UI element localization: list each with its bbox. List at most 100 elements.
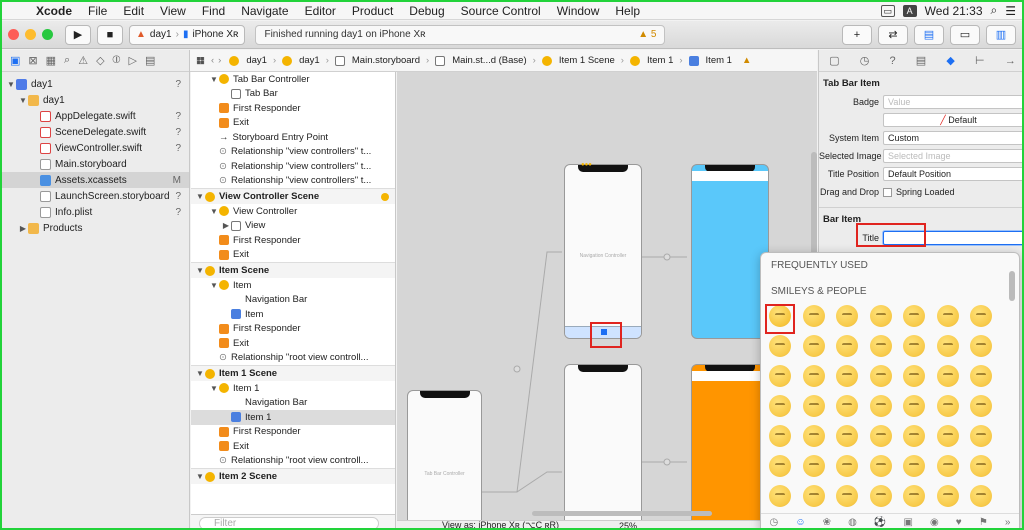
emoji-face-icon[interactable] <box>970 365 992 387</box>
scene-header[interactable]: ▼ Item 1 Scene <box>191 365 395 381</box>
toggle-inspector-button[interactable]: ▥ <box>986 24 1016 45</box>
emoji-face-icon[interactable] <box>903 455 925 477</box>
outline-row[interactable]: ▼ Item 1 <box>191 381 395 396</box>
forward-arrow-icon[interactable]: › <box>218 55 221 66</box>
search-icon[interactable]: ⌕ <box>991 3 998 18</box>
emoji-face-icon[interactable] <box>869 335 892 357</box>
help-icon[interactable]: ? <box>889 55 895 67</box>
emoji-face-icon[interactable] <box>802 395 825 417</box>
emoji-face-icon[interactable] <box>869 365 892 387</box>
scene-header[interactable]: ▼ Item Scene <box>191 262 395 278</box>
jump-warning-icon[interactable]: ▲ <box>742 55 751 66</box>
navigator-item[interactable]: SceneDelegate.swift? <box>2 124 189 140</box>
report-icon[interactable]: ▤ <box>145 54 155 67</box>
navigator-item[interactable]: Main.storyboard <box>2 156 189 172</box>
outline-row[interactable]: ⊙ Relationship "view controllers" t... <box>191 145 395 160</box>
emoji-face-icon[interactable] <box>970 425 992 447</box>
emoji-face-icon[interactable] <box>869 455 892 477</box>
file-inspector-icon[interactable]: ▢ <box>829 54 839 67</box>
emoji-face-icon[interactable] <box>936 485 959 507</box>
back-arrow-icon[interactable]: ‹ <box>211 55 214 66</box>
warning-indicator[interactable]: ▲ 5 <box>638 29 656 40</box>
outline-row[interactable]: Exit <box>191 439 395 454</box>
outline-row[interactable]: Navigation Bar <box>191 293 395 308</box>
emoji-face-icon[interactable] <box>903 425 925 447</box>
stop-button[interactable]: ■ <box>97 24 123 45</box>
emoji-face-icon[interactable] <box>802 305 825 327</box>
menu-item-find[interactable]: Find <box>194 4 233 18</box>
emoji-face-icon[interactable] <box>769 455 791 477</box>
food-icon[interactable]: ◍ <box>848 517 857 528</box>
emoji-scrollbar[interactable] <box>1009 271 1015 301</box>
emoji-face-icon[interactable] <box>802 365 825 387</box>
disclosure-icon[interactable]: ▶ <box>221 221 231 230</box>
emoji-face-icon[interactable] <box>836 335 858 357</box>
library-button[interactable]: + <box>842 24 872 45</box>
more-icon[interactable]: » <box>1005 517 1011 528</box>
connections-icon[interactable]: → <box>1005 55 1016 67</box>
canvas-hscrollbar[interactable] <box>532 511 712 516</box>
tab-bar-controller-scene[interactable]: Tab Bar Controller <box>407 390 482 520</box>
emoji-face-icon[interactable] <box>903 395 925 417</box>
scene-header[interactable]: ▼ Item 2 Scene <box>191 468 395 484</box>
outline-row[interactable]: ▶ View <box>191 219 395 234</box>
emoji-face-icon[interactable] <box>769 395 791 417</box>
run-button[interactable]: ▶ <box>65 24 91 45</box>
menu-item-editor[interactable]: Editor <box>297 4 344 18</box>
disclosure-icon[interactable]: ▼ <box>209 207 219 216</box>
view-as-button[interactable]: View as: iPhone Xʀ (⌥C ʀR) <box>442 520 559 528</box>
symbol-icon[interactable]: ♥ <box>956 517 962 528</box>
menu-item-edit[interactable]: Edit <box>115 4 152 18</box>
filter-input[interactable]: Filter <box>199 517 379 528</box>
emoji-face-icon[interactable] <box>802 485 825 507</box>
emoji-face-icon[interactable] <box>936 425 959 447</box>
disclosure-right-icon[interactable]: ▶ <box>18 224 28 233</box>
related-items-icon[interactable]: ▦ <box>196 55 205 66</box>
emoji-face-icon[interactable] <box>869 485 892 507</box>
toggle-navigator-button[interactable]: ▤ <box>914 24 944 45</box>
storyboard-canvas[interactable]: Navigation Controller ●●● Tab Bar Contro… <box>397 72 817 520</box>
title-position-popup[interactable]: Default Position <box>883 167 1022 181</box>
breadcrumb-item[interactable]: day1 <box>282 55 320 66</box>
selected-image-field[interactable]: Selected Image <box>883 149 1022 163</box>
emoji-face-icon[interactable] <box>903 365 925 387</box>
emoji-face-icon[interactable] <box>970 485 992 507</box>
blue-view-scene[interactable] <box>691 164 769 339</box>
breakpoint-icon[interactable]: ▷ <box>129 54 137 67</box>
outline-row[interactable]: ⊙ Relationship "view controllers" t... <box>191 174 395 189</box>
disclosure-down-icon[interactable]: ▼ <box>195 472 205 481</box>
list-icon[interactable]: ☰ <box>1005 4 1016 18</box>
menu-item-debug[interactable]: Debug <box>401 4 452 18</box>
menu-app-name[interactable]: Xcode <box>28 4 80 18</box>
view-controller-scene[interactable] <box>564 364 642 520</box>
folder-icon[interactable]: ▣ <box>10 54 20 67</box>
emoji-face-icon[interactable] <box>836 485 858 507</box>
breadcrumb-item[interactable]: Item 1 <box>688 55 732 66</box>
badge-color-popup[interactable]: ╱ Default <box>883 113 1022 127</box>
navigator-item[interactable]: ViewController.swift? <box>2 140 189 156</box>
emoji-face-icon[interactable] <box>769 335 791 357</box>
emoji-face-icon[interactable] <box>769 485 791 507</box>
history-icon[interactable]: ◷ <box>860 54 870 67</box>
emoji-face-icon[interactable] <box>836 455 858 477</box>
disclosure-icon[interactable]: ▼ <box>209 281 219 290</box>
navigator-item[interactable]: LaunchScreen.storyboard? <box>2 188 189 204</box>
emoji-face-icon[interactable] <box>970 305 992 327</box>
display-icon[interactable]: ▭ <box>880 4 895 17</box>
outline-row[interactable]: Item <box>191 307 395 322</box>
outline-row[interactable]: ▼ Item <box>191 278 395 293</box>
outline-row[interactable]: First Responder <box>191 425 395 440</box>
zoom-level[interactable]: 25% <box>619 521 637 529</box>
menu-item-navigate[interactable]: Navigate <box>233 4 296 18</box>
emoji-face-icon[interactable] <box>869 425 892 447</box>
badge-field[interactable]: Value <box>883 95 1022 109</box>
emoji-face-icon[interactable] <box>936 335 959 357</box>
animal-icon[interactable]: ❀ <box>823 517 831 528</box>
emoji-face-icon[interactable] <box>903 335 925 357</box>
emoji-face-icon[interactable] <box>836 305 858 327</box>
breadcrumb-item[interactable]: Main.st...d (Base) <box>435 55 527 66</box>
breadcrumb-item[interactable]: Item 1 Scene <box>541 55 615 66</box>
navigator-item[interactable]: Assets.xcassets M <box>2 172 189 188</box>
travel-icon[interactable]: ▣ <box>903 517 912 528</box>
toggle-debug-button[interactable]: ▭ <box>950 24 980 45</box>
